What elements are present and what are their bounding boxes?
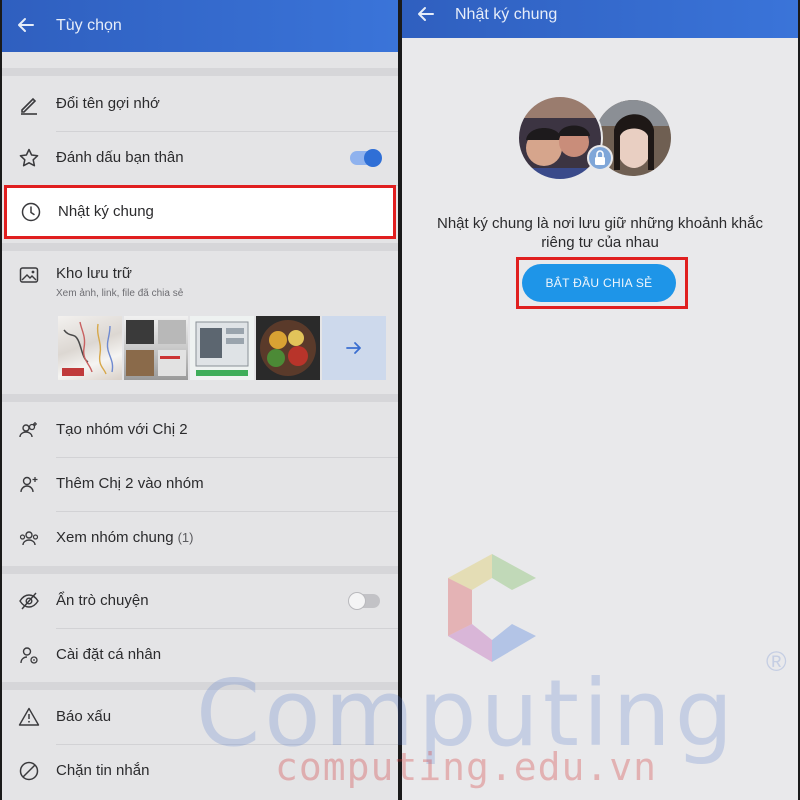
- storage-thumbnail[interactable]: [190, 316, 254, 380]
- storage-thumbnail[interactable]: [124, 316, 188, 380]
- add-to-group-label: Thêm Chị 2 vào nhóm: [56, 475, 204, 492]
- block-icon: [19, 761, 39, 781]
- storage-subtitle: Xem ảnh, link, file đã chia sẻ: [56, 288, 184, 299]
- shared-avatars: [517, 96, 671, 181]
- diary-header: Nhật ký chung: [402, 0, 798, 38]
- common-groups-text: Xem nhóm chung: [56, 529, 174, 546]
- description-line-2: riêng tư của nhau: [541, 234, 659, 251]
- common-groups-label: Xem nhóm chung (1): [56, 529, 193, 546]
- clock-icon: [21, 202, 41, 222]
- friend-avatar: [595, 100, 671, 176]
- best-friend-toggle[interactable]: [350, 149, 382, 167]
- best-friend-item[interactable]: Đánh dấu bạn thân: [2, 131, 398, 185]
- back-arrow-icon[interactable]: [16, 15, 36, 35]
- personal-settings-label: Cài đặt cá nhân: [56, 646, 162, 663]
- watermark-url: computing.edu.vn: [275, 745, 658, 789]
- diary-title: Nhật ký chung: [455, 6, 558, 23]
- section-separator: [2, 68, 398, 76]
- storage-label: Kho lưu trữ: [56, 265, 132, 282]
- cables-thumbnail-image: [62, 321, 114, 376]
- diary-label: Nhật ký chung: [58, 203, 154, 220]
- app-screenshot-thumbnail-image: [195, 321, 249, 376]
- arrow-right-icon: [346, 342, 361, 354]
- section-separator: [2, 566, 398, 574]
- hide-chat-item[interactable]: Ẩn trò chuyện: [2, 574, 398, 628]
- warning-icon: [18, 707, 40, 726]
- person-settings-icon: [20, 647, 38, 664]
- diary-item-highlight[interactable]: Nhật ký chung: [4, 185, 396, 239]
- rename-label: Đổi tên gợi nhớ: [56, 95, 160, 112]
- options-header: Tùy chọn: [2, 0, 398, 52]
- description-line-1: Nhật ký chung là nơi lưu giữ những khoản…: [437, 215, 763, 232]
- eye-off-icon: [19, 592, 39, 610]
- group-add-icon: [19, 422, 37, 438]
- groups-icon: [19, 531, 39, 546]
- report-label: Báo xấu: [56, 708, 112, 725]
- back-arrow-icon[interactable]: [416, 4, 436, 24]
- options-title: Tùy chọn: [56, 17, 122, 34]
- hide-chat-toggle[interactable]: [348, 592, 380, 610]
- section-separator: [2, 243, 398, 251]
- person-add-icon: [20, 476, 38, 493]
- gallery-icon: [19, 267, 39, 283]
- create-group-label: Tạo nhóm với Chị 2: [56, 421, 188, 438]
- registered-mark: ®: [766, 646, 787, 677]
- screenshot-thumbnail-image: [126, 320, 186, 376]
- toggle-knob: [348, 592, 366, 610]
- common-groups-item[interactable]: Xem nhóm chung (1): [2, 511, 398, 565]
- lock-icon: [587, 145, 613, 171]
- toggle-knob: [364, 149, 382, 167]
- add-to-group-item[interactable]: Thêm Chị 2 vào nhóm: [2, 457, 398, 511]
- food-thumbnail-image: [260, 320, 316, 376]
- computing-logo: [448, 554, 536, 662]
- common-groups-count: (1): [177, 530, 194, 545]
- rename-item[interactable]: Đổi tên gợi nhớ: [2, 77, 398, 131]
- section-separator: [2, 394, 398, 402]
- storage-thumbnail[interactable]: [58, 316, 122, 380]
- storage-thumbnail[interactable]: [256, 316, 320, 380]
- pencil-icon: [21, 97, 37, 115]
- create-group-item[interactable]: Tạo nhóm với Chị 2: [2, 403, 398, 457]
- hide-chat-label: Ẩn trò chuyện: [56, 592, 149, 609]
- diary-description: Nhật ký chung là nơi lưu giữ những khoản…: [402, 214, 798, 252]
- star-icon: [19, 148, 39, 167]
- block-label: Chặn tin nhắn: [56, 762, 150, 779]
- start-sharing-button[interactable]: BẮT ĐẦU CHIA SẺ: [522, 264, 676, 302]
- storage-more-button[interactable]: [322, 316, 386, 380]
- best-friend-label: Đánh dấu bạn thân: [56, 149, 184, 166]
